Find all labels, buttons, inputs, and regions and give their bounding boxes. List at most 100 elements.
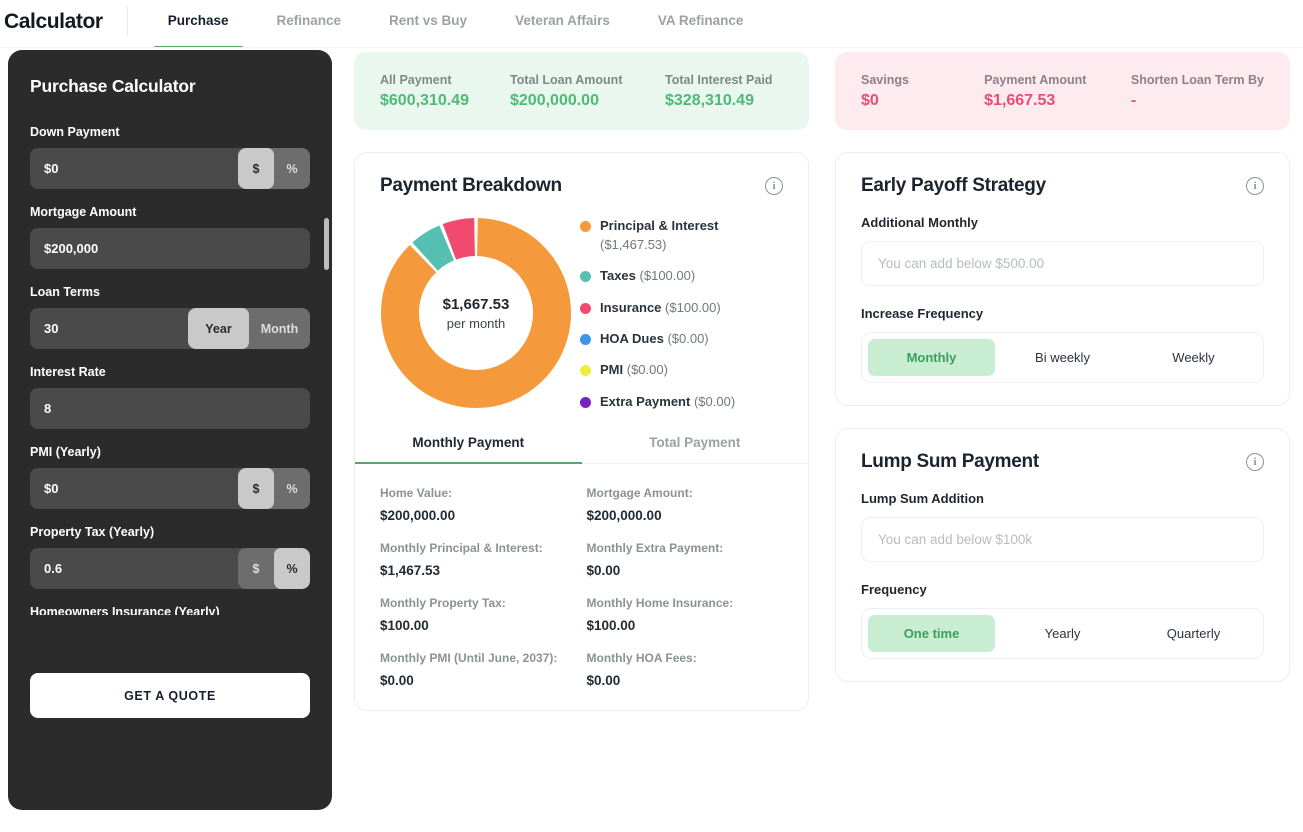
legend-label: Insurance ($100.00) bbox=[600, 299, 721, 318]
summary-stat-value: - bbox=[1130, 91, 1137, 109]
field-input-row: 30 Year Month bbox=[30, 308, 310, 349]
detail-label: Monthly Principal & Interest: bbox=[380, 541, 543, 556]
frequency-label: Frequency bbox=[861, 582, 927, 597]
payment-breakdown-card: Payment Breakdown i $1,667.53 per month … bbox=[354, 152, 809, 712]
field-input-row: 8 bbox=[30, 388, 310, 429]
legend-category: Insurance bbox=[600, 299, 662, 315]
field-value[interactable]: $0 bbox=[30, 481, 238, 496]
summary-stat-label: Total Loan Amount bbox=[510, 72, 623, 87]
legend-item: Insurance ($100.00) bbox=[580, 299, 780, 318]
legend-value: ($100.00) bbox=[639, 268, 696, 284]
detail-value: $1,467.53 bbox=[380, 563, 441, 579]
tab-monthly-payment[interactable]: Monthly Payment bbox=[355, 421, 582, 465]
toggle-option-year[interactable]: Year bbox=[188, 308, 249, 349]
segment-option-bi-weekly[interactable]: Bi weekly bbox=[999, 339, 1126, 376]
field-value[interactable]: $200,000 bbox=[30, 241, 310, 256]
detail-value: $200,000.00 bbox=[586, 508, 662, 524]
detail-label: Monthly Property Tax: bbox=[380, 596, 506, 611]
lump-sum-header: Lump Sum Payment i bbox=[861, 451, 1264, 473]
summary-stat: All Payment $600,310.49 bbox=[380, 73, 510, 110]
summary-stat: Payment Amount $1,667.53 bbox=[984, 73, 1131, 110]
field-value[interactable]: 8 bbox=[30, 401, 310, 416]
detail-value: $100.00 bbox=[586, 618, 636, 634]
donut-svg bbox=[381, 218, 571, 409]
detail-cell: Home Value: $200,000.00 bbox=[380, 486, 577, 523]
nav-tab-va-refinance[interactable]: VA Refinance bbox=[634, 0, 768, 42]
segment-option-weekly[interactable]: Weekly bbox=[1130, 339, 1257, 376]
sidebar-field-pmi-yearly: PMI (Yearly) $0 $% bbox=[30, 445, 310, 509]
legend-color-dot-icon bbox=[580, 333, 591, 345]
sidebar-field-list: Down Payment $0 $% Mortgage Amount $200,000 L… bbox=[30, 125, 310, 589]
legend-item: Principal & Interest ($1,467.53) bbox=[580, 217, 780, 255]
toggle-option-percent[interactable]: % bbox=[274, 468, 310, 509]
payment-breakdown-title: Payment Breakdown bbox=[380, 175, 562, 196]
toggle-option-dollar[interactable]: $ bbox=[238, 468, 274, 509]
sidebar-scrollbar-thumb[interactable] bbox=[324, 218, 329, 270]
legend-value: ($0.00) bbox=[667, 330, 709, 346]
detail-cell: Monthly HOA Fees: $0.00 bbox=[587, 651, 784, 688]
summary-stat: Total Interest Paid $328,310.49 bbox=[665, 73, 772, 110]
sidebar-field-property-tax-yearly: Property Tax (Yearly) 0.6 $% bbox=[30, 525, 310, 589]
detail-cell: Monthly PMI (Until June, 2037): $0.00 bbox=[380, 651, 577, 688]
tab-total-payment[interactable]: Total Payment bbox=[582, 421, 809, 463]
payment-breakdown-header: Payment Breakdown i bbox=[380, 175, 783, 197]
summary-stat: Shorten Loan Term By - bbox=[1131, 73, 1264, 110]
legend-category: HOA Dues bbox=[600, 330, 664, 346]
detail-cell: Monthly Home Insurance: $100.00 bbox=[587, 596, 784, 633]
lump-sum-addition-input[interactable] bbox=[861, 517, 1264, 562]
lump-sum-payment-card: Lump Sum Payment i Lump Sum Addition Fre… bbox=[835, 428, 1290, 682]
field-value[interactable]: 0.6 bbox=[30, 561, 238, 576]
field-value[interactable]: $0 bbox=[30, 161, 238, 176]
donut-segment-taxes bbox=[412, 225, 455, 272]
segment-option-quarterly[interactable]: Quarterly bbox=[1130, 615, 1257, 652]
payment-donut-chart: $1,667.53 per month bbox=[380, 217, 572, 409]
additional-monthly-input[interactable] bbox=[861, 241, 1264, 286]
legend-category: Extra Payment bbox=[600, 393, 691, 409]
detail-label: Home Value: bbox=[380, 486, 453, 501]
field-value[interactable]: 30 bbox=[30, 321, 188, 336]
detail-value: $200,000.00 bbox=[380, 508, 456, 524]
detail-cell: Monthly Extra Payment: $0.00 bbox=[587, 541, 784, 578]
toggle-option-month[interactable]: Month bbox=[249, 308, 310, 349]
toggle-option-dollar[interactable]: $ bbox=[238, 148, 274, 189]
lump-sum-title: Lump Sum Payment bbox=[861, 451, 1039, 472]
toggle-option-dollar[interactable]: $ bbox=[238, 548, 274, 589]
detail-value: $0.00 bbox=[380, 673, 414, 689]
early-payoff-header: Early Payoff Strategy i bbox=[861, 175, 1264, 197]
nav-tab-veteran-affairs[interactable]: Veteran Affairs bbox=[491, 0, 634, 42]
field-unit-toggle: $% bbox=[238, 548, 310, 589]
legend-category: Taxes bbox=[600, 268, 636, 284]
detail-label: Monthly Extra Payment: bbox=[586, 541, 724, 556]
field-label: Interest Rate bbox=[30, 365, 106, 379]
detail-cell: Monthly Principal & Interest: $1,467.53 bbox=[380, 541, 577, 578]
field-label: Property Tax (Yearly) bbox=[30, 525, 155, 539]
summary-stat-label: Savings bbox=[861, 72, 909, 87]
toggle-option-percent[interactable]: % bbox=[274, 548, 310, 589]
field-input-row: $0 $% bbox=[30, 148, 310, 189]
segment-option-monthly[interactable]: Monthly bbox=[868, 339, 995, 376]
detail-label: Mortgage Amount: bbox=[586, 486, 693, 501]
segment-option-yearly[interactable]: Yearly bbox=[999, 615, 1126, 652]
info-icon[interactable]: i bbox=[765, 177, 783, 195]
get-a-quote-button[interactable]: GET A QUOTE bbox=[30, 673, 310, 718]
sidebar-title: Purchase Calculator bbox=[30, 76, 196, 96]
info-icon[interactable]: i bbox=[1246, 453, 1264, 471]
summary-stat-label: All Payment bbox=[380, 72, 452, 87]
summary-stat-value: $1,667.53 bbox=[984, 91, 1056, 109]
nav-tab-rent-vs-buy[interactable]: Rent vs Buy bbox=[365, 0, 491, 42]
legend-item: PMI ($0.00) bbox=[580, 361, 780, 380]
legend-color-dot-icon bbox=[580, 302, 591, 314]
toggle-option-percent[interactable]: % bbox=[274, 148, 310, 189]
field-input-row: $200,000 bbox=[30, 228, 310, 269]
nav-tab-purchase[interactable]: Purchase bbox=[144, 0, 253, 48]
segment-option-one-time[interactable]: One time bbox=[868, 615, 995, 652]
field-label: PMI (Yearly) bbox=[30, 445, 101, 459]
info-icon[interactable]: i bbox=[1246, 177, 1264, 195]
summary-stat: Total Loan Amount $200,000.00 bbox=[510, 73, 665, 110]
legend-label: Extra Payment ($0.00) bbox=[600, 393, 735, 412]
field-label: Loan Terms bbox=[30, 285, 100, 299]
middle-column: All Payment $600,310.49 Total Loan Amount $… bbox=[354, 52, 809, 832]
field-input-row: $0 $% bbox=[30, 468, 310, 509]
nav-tab-refinance[interactable]: Refinance bbox=[253, 0, 366, 42]
summary-stat-value: $0 bbox=[861, 91, 879, 109]
